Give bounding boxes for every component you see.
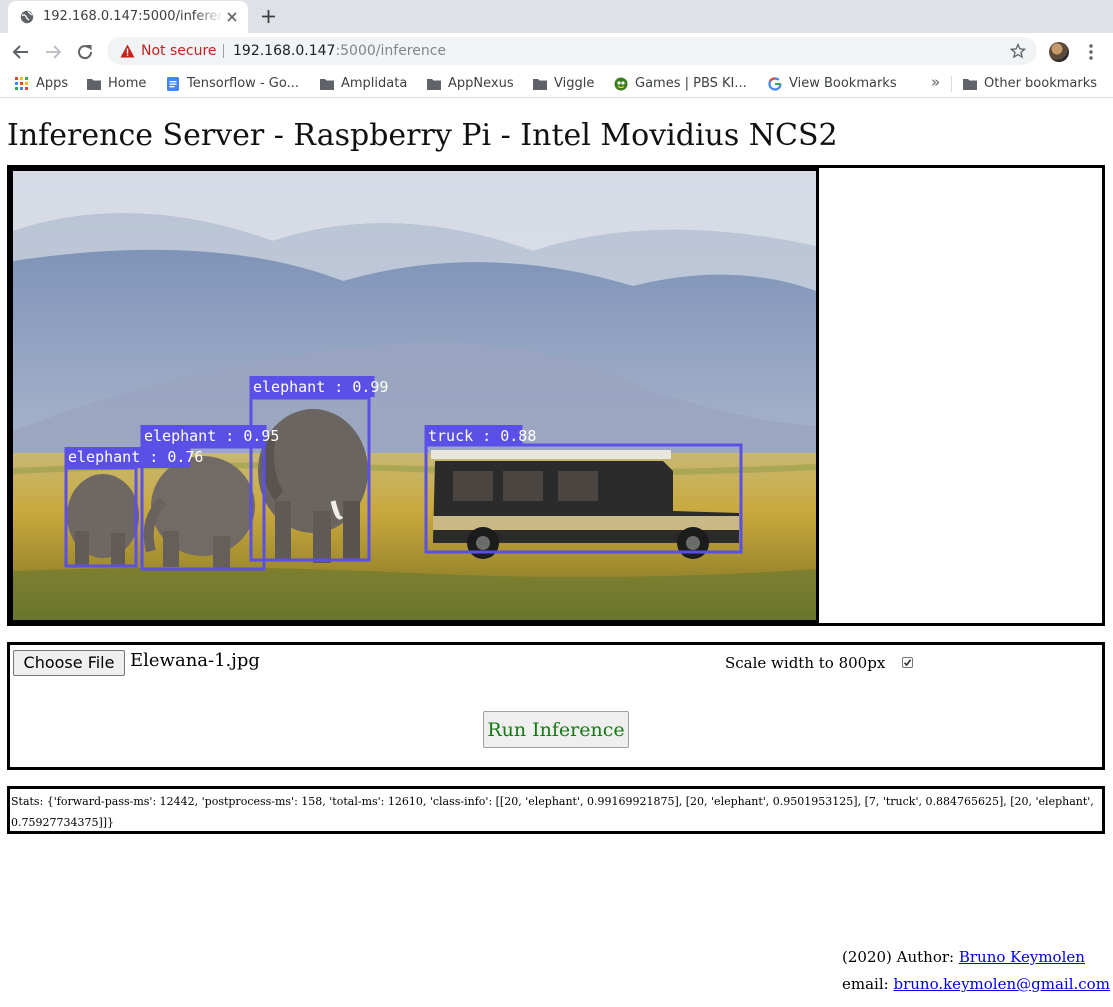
folder-icon [427,79,441,90]
email-prefix: email: [842,975,894,993]
security-status[interactable]: Not secure [141,42,217,60]
bookmark-label: Other bookmarks [984,76,1098,91]
bookmark-star-icon[interactable] [1010,43,1026,59]
inference-image-panel: elephant : 0.99 elephant : 0.95 elephant… [7,165,1105,626]
address-separator [223,44,224,58]
bookmark-apps[interactable]: Apps [14,75,74,93]
back-icon[interactable] [10,41,32,63]
bookmark-other-bookmarks[interactable]: Other bookmarks [962,75,1107,93]
apps-grid-icon [15,77,28,90]
folder-icon [87,79,101,90]
url-path: :5000/inference [335,43,447,59]
run-inference-button[interactable]: Run Inference [483,711,629,748]
bookmarks-divider [951,76,952,92]
bookmark-label: AppNexus [448,76,514,91]
bookmarks-overflow-chevron[interactable]: » [931,73,940,91]
tab-title: 192.168.0.147:5000/inference [43,9,223,24]
bookmark-label: Amplidata [341,76,408,91]
forward-icon[interactable] [42,41,64,63]
bookmark-label: Apps [36,76,69,91]
author-link[interactable]: Bruno Keymolen [959,948,1085,966]
bookmark-label: Tensorflow - Go... [187,76,299,91]
bookmark-label: View Bookmarks [789,76,897,91]
footer: (2020) Author: Bruno Keymolen email: bru… [842,944,1113,998]
close-tab-icon[interactable] [225,10,239,24]
detection-label: elephant : 0.99 [253,378,388,396]
inference-image: elephant : 0.99 elephant : 0.95 elephant… [10,168,819,623]
page-title: Inference Server - Raspberry Pi - Intel … [7,118,838,153]
bookmark-label: Games | PBS KI... [635,76,747,91]
email-link[interactable]: bruno.keymolen@gmail.com [893,975,1109,993]
more-menu-icon[interactable] [1084,42,1098,62]
detection-label: truck : 0.88 [428,427,536,445]
stats-panel: Stats: {'forward-pass-ms': 12442, 'postp… [7,786,1105,834]
result-image-scene: elephant : 0.99 elephant : 0.95 elephant… [13,171,816,620]
new-tab-icon[interactable] [260,8,277,25]
folder-icon [963,79,977,90]
stats-text: Stats: {'forward-pass-ms': 12442, 'postp… [11,795,1094,829]
folder-icon [320,79,334,90]
checkmark-icon [903,659,912,667]
bookmark-view-bookmarks[interactable]: View Bookmarks [767,75,907,93]
bookmark-tensorflow[interactable]: Tensorflow - Go... [165,75,310,93]
detection-label: elephant : 0.95 [144,427,279,445]
upload-form: Choose File Elewana-1.jpg Scale width to… [7,642,1105,770]
pbs-kids-icon [614,77,628,91]
browser-toolbar: Not secure 192.168.0.147:5000/inference [0,33,1113,70]
url-host: 192.168.0.147 [233,43,336,59]
detection-label: elephant : 0.76 [68,448,203,466]
tab-strip: 192.168.0.147:5000/inference [0,0,1113,33]
warning-icon[interactable] [120,44,135,58]
bookmark-pbs-kids[interactable]: Games | PBS KI... [613,75,758,93]
reload-icon[interactable] [74,41,96,63]
selected-file-name: Elewana-1.jpg [130,650,260,671]
bookmark-label: Viggle [554,76,595,91]
bookmark-viggle[interactable]: Viggle [532,75,607,93]
footer-email-line: email: bruno.keymolen@gmail.com [842,971,1113,998]
bookmark-appnexus[interactable]: AppNexus [426,75,526,93]
folder-icon [533,79,547,90]
bookmark-amplidata[interactable]: Amplidata [319,75,419,93]
google-icon [768,77,782,91]
profile-avatar[interactable] [1049,42,1069,62]
scale-width-checkbox[interactable] [902,657,913,668]
author-prefix: (2020) Author: [842,948,959,966]
browser-tab[interactable]: 192.168.0.147:5000/inference [8,1,248,33]
url-text[interactable]: 192.168.0.147:5000/inference [233,42,446,60]
docs-icon [167,77,179,91]
bookmark-label: Home [108,76,147,91]
choose-file-button[interactable]: Choose File [13,650,125,676]
footer-author-line: (2020) Author: Bruno Keymolen [842,944,1113,971]
scale-width-label: Scale width to 800px [725,654,886,672]
bookmarks-bar: Apps Home Tensorflow - Go... Amplidata A… [0,70,1113,98]
bookmark-home[interactable]: Home [86,75,156,93]
address-bar[interactable]: Not secure 192.168.0.147:5000/inference [107,37,1037,65]
globe-icon [20,10,34,24]
